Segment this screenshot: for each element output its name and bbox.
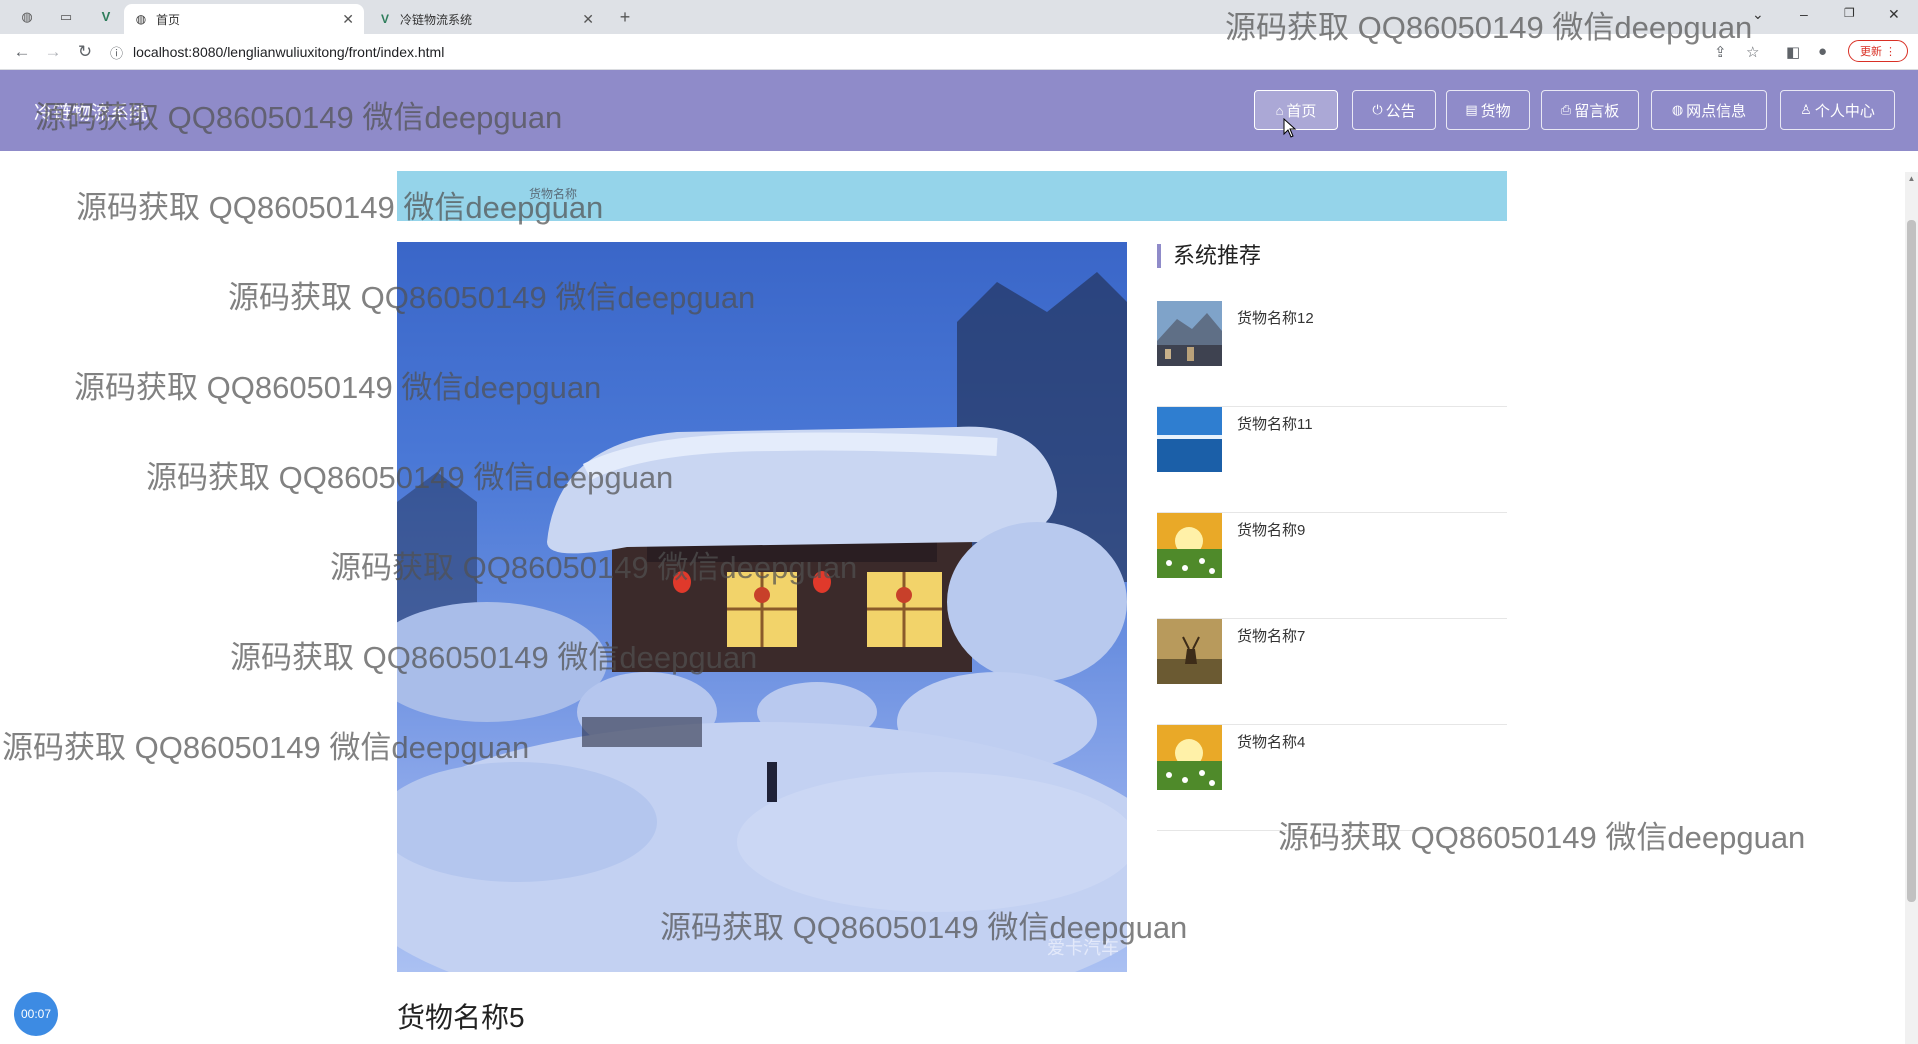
url-text: localhost:8080/lenglianwuliuxitong/front… (133, 44, 445, 60)
close-icon[interactable]: ✕ (582, 11, 594, 28)
document-icon: ▤ (1465, 102, 1478, 117)
vue-icon: V (380, 12, 389, 26)
thumbnail-deer (1157, 619, 1222, 684)
browser-tab-strip: ◍ ▭ V ◍ 首页 ✕ V 冷链物流系统 ✕ + ⌄ – ❐ ✕ (0, 0, 1918, 34)
tab-title: 首页 (156, 12, 181, 27)
new-tab-button[interactable]: + (617, 8, 633, 26)
recording-timer[interactable]: 00:07 (14, 992, 58, 1036)
url-field[interactable]: ⓘ localhost:8080/lenglianwuliuxitong/fro… (110, 39, 1750, 65)
recommend-item-name: 货物名称4 (1237, 734, 1306, 751)
nav-label: 个人中心 (1814, 102, 1875, 120)
scroll-thumb[interactable] (1907, 220, 1916, 902)
product-image: 爱卡汽车 (397, 242, 1127, 972)
minimize-button[interactable]: – (1800, 6, 1808, 22)
search-bar[interactable]: 货物名称 (397, 171, 1507, 221)
snow-house-illustration: 爱卡汽车 (397, 272, 1127, 972)
profile-icon[interactable]: ● (1818, 43, 1827, 60)
nav-message-board[interactable]: ⎙ 留言板 (1541, 90, 1639, 130)
image-watermark: 爱卡汽车 (1047, 938, 1119, 959)
nav-label: 货物 (1480, 102, 1511, 120)
share-icon[interactable]: ⇪ (1714, 43, 1727, 61)
power-icon: ⏻ (1372, 102, 1383, 117)
nav-goods[interactable]: ▤ 货物 (1446, 90, 1530, 130)
tab-system[interactable]: V 冷链物流系统 ✕ (368, 4, 604, 34)
user-icon: ♙ (1800, 102, 1812, 117)
close-icon[interactable]: ✕ (342, 11, 354, 28)
home-icon: ⌂ (1275, 102, 1284, 118)
recommend-item-name: 货物名称9 (1237, 522, 1306, 539)
recommend-item[interactable]: 货物名称11 (1157, 407, 1507, 513)
site-header: 冷链物流系统 ⌂ 首页 ⏻ 公告 ▤ 货物 ⎙ 留言板 ◍ 网点信息 ♙ 个人中… (0, 70, 1918, 151)
address-toolbar: ← → ↻ ⓘ localhost:8080/lenglianwuliuxito… (0, 34, 1918, 70)
recommend-item[interactable]: 货物名称4 (1157, 725, 1507, 831)
nav-outlet-info[interactable]: ◍ 网点信息 (1651, 90, 1767, 130)
mouse-cursor-icon (1283, 118, 1297, 138)
vue-tab-icon[interactable]: V (98, 9, 114, 25)
chevron-down-icon[interactable]: ⌄ (1752, 6, 1764, 23)
thumbnail-city (1157, 301, 1222, 366)
nav-label: 公告 (1385, 102, 1416, 120)
tab-title: 冷链物流系统 (400, 12, 473, 27)
star-icon[interactable]: ☆ (1746, 43, 1759, 61)
scroll-up-icon[interactable]: ▲ (1907, 174, 1916, 184)
recommend-item-name: 货物名称12 (1237, 310, 1314, 327)
restore-button[interactable]: ❐ (1844, 6, 1855, 20)
forward-icon[interactable]: → (43, 42, 63, 62)
thumbnail-flowers (1157, 725, 1222, 790)
recommend-item-name: 货物名称7 (1237, 628, 1306, 645)
thumbnail-flowers (1157, 513, 1222, 578)
printer-icon: ⎙ (1560, 102, 1572, 117)
globe-icon: ◍ (1671, 102, 1684, 117)
page-scrollbar[interactable]: ▲ (1905, 172, 1918, 1044)
recommend-item[interactable]: 货物名称7 (1157, 619, 1507, 725)
update-button[interactable]: 更新 ⋮ (1848, 40, 1908, 62)
nav-label: 留言板 (1574, 102, 1620, 120)
globe-icon: ◍ (135, 12, 147, 26)
recommend-item[interactable]: 货物名称12 (1157, 301, 1507, 407)
search-label: 货物名称 (529, 187, 578, 201)
thumbnail-sea (1157, 407, 1222, 472)
back-icon[interactable]: ← (12, 42, 32, 62)
update-label: 更新 (1859, 46, 1882, 58)
nav-label: 网点信息 (1686, 102, 1747, 120)
sidebar-icon[interactable]: ◧ (1786, 43, 1800, 61)
close-window-button[interactable]: ✕ (1888, 6, 1900, 23)
reload-icon[interactable]: ↻ (75, 42, 95, 62)
site-title: 冷链物流系统 (34, 103, 149, 124)
recommend-title: 系统推荐 (1157, 244, 1261, 268)
info-icon[interactable]: ⓘ (110, 43, 123, 62)
nav-notice[interactable]: ⏻ 公告 (1352, 90, 1436, 130)
pinned-tab-icon[interactable]: ▭ (58, 9, 74, 25)
tab-home[interactable]: ◍ 首页 ✕ (124, 4, 364, 34)
recommend-item-name: 货物名称11 (1237, 416, 1313, 433)
product-title: 货物名称5 (397, 1002, 525, 1033)
recommend-item[interactable]: 货物名称9 (1157, 513, 1507, 619)
nav-personal-center[interactable]: ♙ 个人中心 (1780, 90, 1895, 130)
pinned-tab-icon[interactable]: ◍ (19, 9, 35, 25)
